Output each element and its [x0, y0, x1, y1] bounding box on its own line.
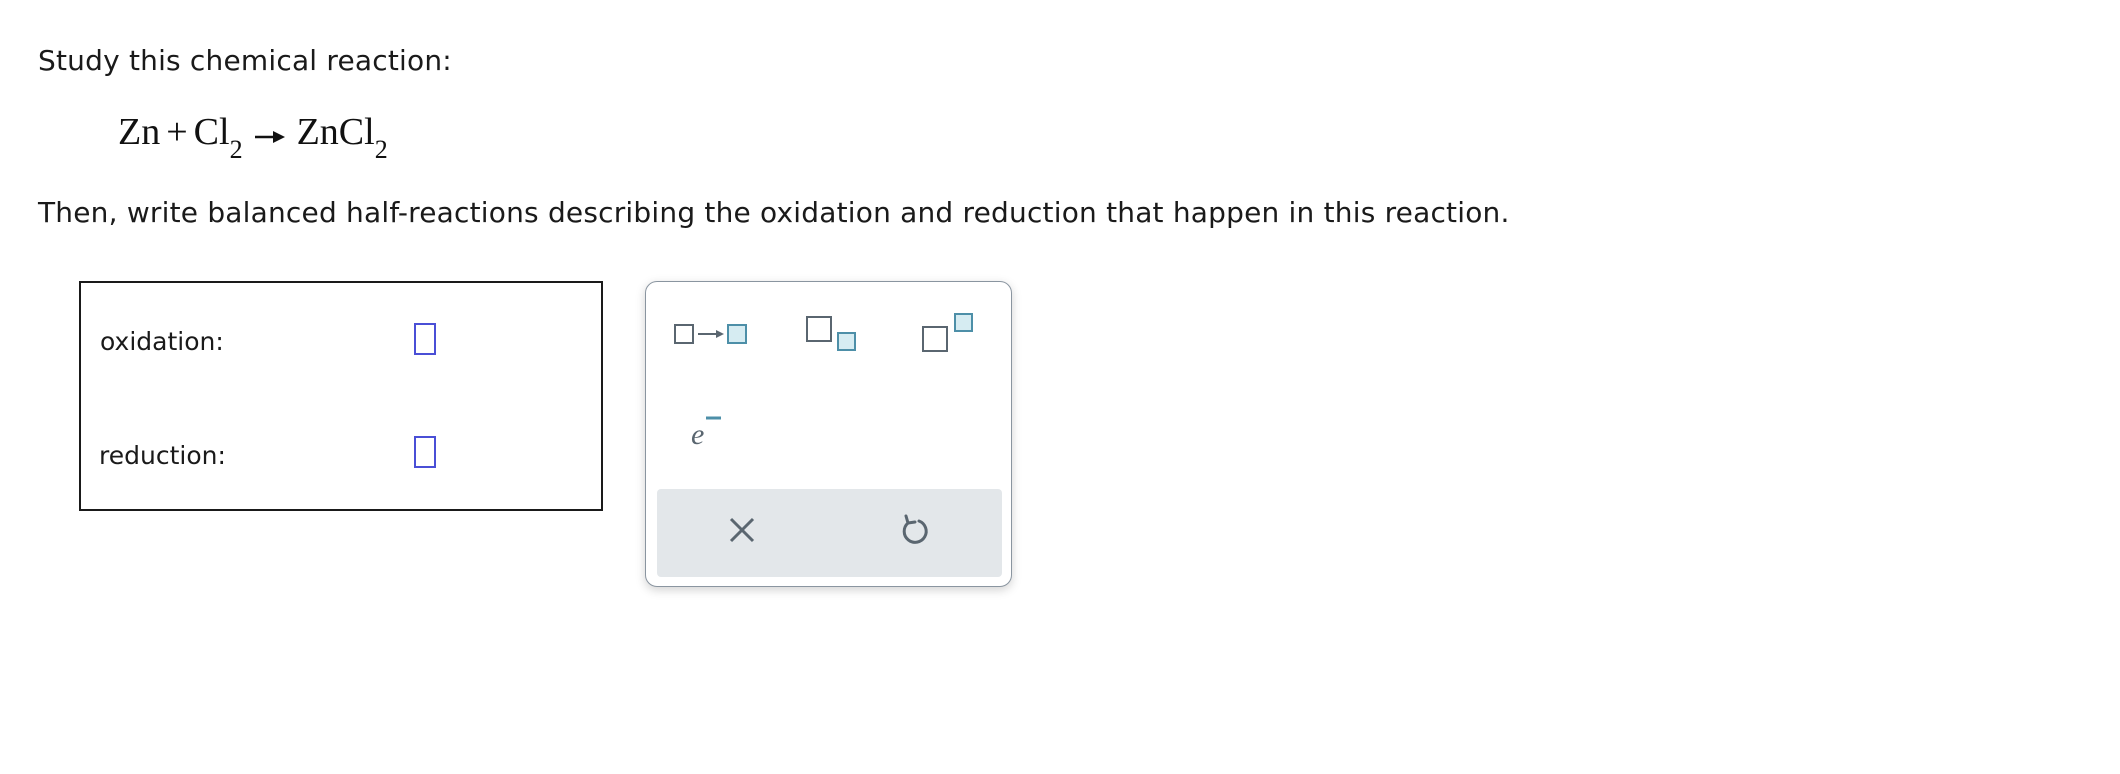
close-icon — [729, 517, 755, 543]
reduction-label: reduction: — [99, 441, 226, 470]
superscript-template-button[interactable] — [921, 312, 981, 360]
subscript-template-button[interactable] — [805, 315, 861, 359]
question-prompt: Study this chemical reaction: — [38, 44, 452, 77]
question-instruction: Then, write balanced half-reactions desc… — [38, 196, 1510, 229]
undo-button[interactable] — [899, 514, 931, 552]
product-zinc-chloride: ZnCl2 — [296, 111, 388, 164]
chlorine-subscript: 2 — [229, 135, 243, 164]
reaction-arrow-template-button[interactable] — [673, 320, 749, 352]
equation-tool-palette: e — [645, 281, 1012, 587]
reactant-zinc: Zn — [118, 111, 161, 153]
chemical-equation: Zn + Cl2 ZnCl2 — [118, 110, 388, 164]
answer-box: oxidation: reduction: — [79, 281, 603, 511]
palette-action-bar — [657, 489, 1002, 577]
electron-label: e — [691, 418, 705, 451]
reaction-arrow-icon — [254, 110, 285, 154]
oxidation-label: oxidation: — [100, 327, 224, 356]
product-subscript: 2 — [374, 135, 388, 164]
reduction-input[interactable] — [414, 436, 436, 468]
reaction-arrow-template-icon — [674, 324, 747, 344]
electron-button[interactable]: e — [689, 414, 725, 454]
subscript-template-icon — [806, 316, 856, 351]
plus-sign: + — [166, 111, 188, 153]
clear-button[interactable] — [727, 515, 757, 549]
reactant-chlorine: Cl2 — [193, 111, 243, 164]
undo-icon — [902, 514, 928, 544]
oxidation-input[interactable] — [414, 323, 436, 355]
superscript-template-icon — [922, 313, 973, 352]
